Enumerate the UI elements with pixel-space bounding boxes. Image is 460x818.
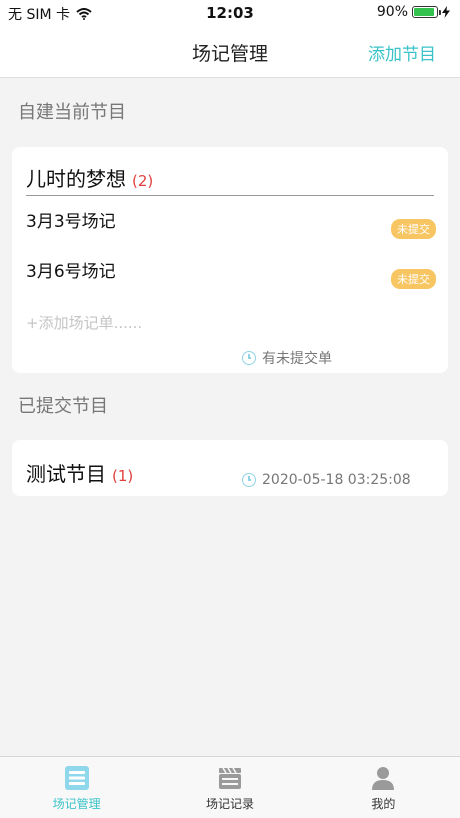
timestamp-label: 2020-05-18 03:25:08 [262, 472, 411, 488]
person-icon [372, 767, 395, 790]
battery-info: 90% [377, 4, 450, 20]
pending-status: 有未提交单 [242, 348, 332, 368]
list-item[interactable]: 3月6号场记 未提交 [26, 257, 436, 289]
section-title-submitted: 已提交节目 [18, 396, 108, 417]
status-bar: 无 SIM 卡 12:03 90% [0, 0, 460, 26]
battery-level [414, 8, 434, 16]
list-icon [64, 766, 89, 790]
program-count: (1) [112, 467, 134, 485]
tab-label: 场记管理 [52, 797, 101, 811]
entry-label: 3月3号场记 [26, 212, 116, 232]
battery-icon [412, 6, 441, 18]
clock-icon [242, 351, 256, 365]
pending-status-label: 有未提交单 [262, 351, 332, 367]
clock-icon [242, 473, 256, 487]
clapperboard-icon [218, 767, 241, 789]
current-program-card[interactable]: 儿时的梦想 (2) 3月3号场记 未提交 3月6号场记 未提交 +添加场记单...… [12, 147, 448, 373]
submitted-timestamp: 2020-05-18 03:25:08 [242, 472, 411, 488]
tab-bar: 场记管理 场记记录 我的 [0, 756, 460, 818]
program-title: 儿时的梦想 [26, 167, 126, 191]
submitted-program-card[interactable]: 测试节目 (1) 2020-05-18 03:25:08 [12, 440, 448, 496]
tab-label: 我的 [371, 797, 396, 811]
nav-bar: 场记管理 添加节目 [0, 26, 460, 78]
tab-label: 场记记录 [205, 797, 254, 811]
list-item[interactable]: 3月3号场记 未提交 [26, 207, 436, 239]
tab-scene-management[interactable]: 场记管理 [0, 757, 153, 818]
tab-mine[interactable]: 我的 [307, 757, 460, 818]
section-title-current: 自建当前节目 [18, 102, 126, 123]
status-badge: 未提交 [391, 269, 436, 289]
program-title: 测试节目 [26, 462, 106, 486]
tab-scene-records[interactable]: 场记记录 [153, 757, 306, 818]
status-badge: 未提交 [391, 219, 436, 239]
add-program-button[interactable]: 添加节目 [368, 40, 436, 65]
battery-percent: 90% [376, 4, 408, 20]
submitted-title-row: 测试节目 (1) [26, 458, 133, 487]
add-entry-button[interactable]: +添加场记单...... [26, 312, 142, 333]
entry-label: 3月6号场记 [26, 262, 116, 282]
charging-bolt-icon [442, 6, 450, 18]
program-title-row: 儿时的梦想 (2) [26, 163, 434, 196]
program-count: (2) [132, 172, 154, 190]
